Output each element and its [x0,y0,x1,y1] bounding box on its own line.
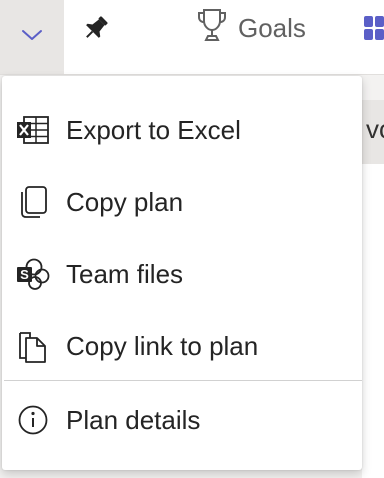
background-content [362,164,384,478]
menu-item-label: Copy plan [66,186,184,217]
tab-goals[interactable]: Goals [196,8,306,48]
copy-icon [16,185,50,219]
menu-item-label: Export to Excel [66,114,241,145]
trophy-icon [196,7,228,50]
background-partial-text: vo [366,114,384,144]
excel-icon [16,113,50,147]
top-toolbar: Goals [0,0,384,75]
menu-item-label: Copy link to plan [66,330,259,361]
copy-link-icon [16,329,50,363]
plan-options-menu: Export to Excel Copy plan S Team files C… [2,76,362,470]
menu-divider [4,380,362,381]
tab-goals-label: Goals [238,12,306,43]
menu-item-label: Team files [66,258,184,289]
more-options-dropdown-button[interactable] [0,0,64,74]
pin-button[interactable] [78,12,114,48]
planner-page: Goals vo [0,0,384,478]
svg-text:S: S [20,267,29,282]
menu-item-plan-details[interactable]: Plan details [2,384,362,456]
pin-icon [81,13,111,48]
menu-item-label: Plan details [66,404,201,435]
chevron-down-icon [21,28,43,47]
menu-item-copy-link-to-plan[interactable]: Copy link to plan [2,310,362,382]
menu-item-copy-plan[interactable]: Copy plan [2,166,362,238]
menu-item-team-files[interactable]: S Team files [2,238,362,310]
sharepoint-icon: S [16,257,50,291]
menu-item-export-to-excel[interactable]: Export to Excel [2,94,362,166]
board-icon[interactable] [362,14,384,42]
info-icon [16,403,50,437]
